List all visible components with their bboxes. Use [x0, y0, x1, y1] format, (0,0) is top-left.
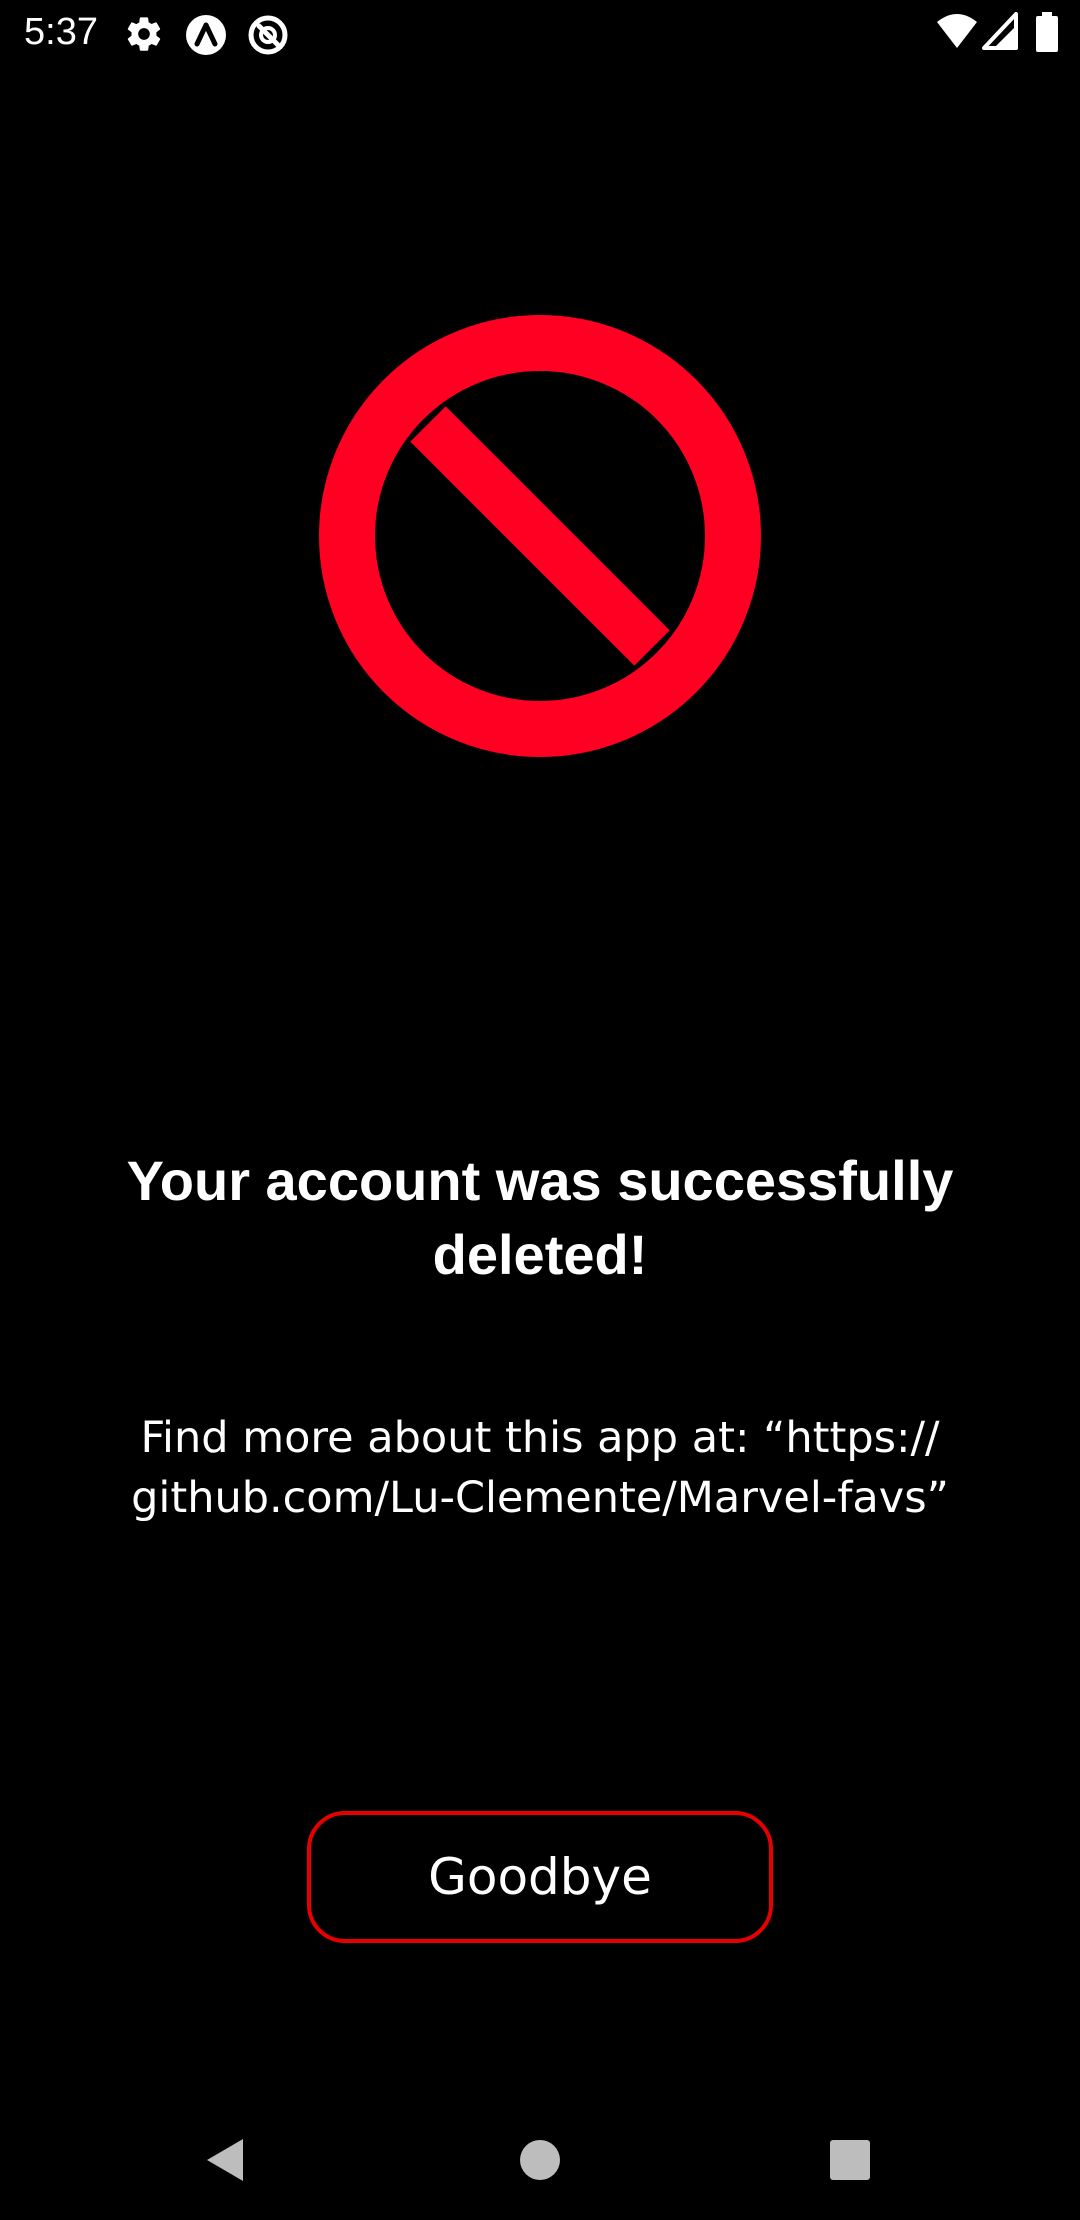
wifi-icon	[936, 12, 978, 54]
home-button[interactable]	[500, 2122, 580, 2202]
success-headline: Your account was successfully deleted!	[126, 1149, 954, 1286]
app-a-icon	[185, 14, 226, 55]
goodbye-button[interactable]: Goodbye	[307, 1811, 773, 1943]
back-button[interactable]	[186, 2122, 266, 2202]
cell-signal-icon	[982, 12, 1018, 54]
status-time: 5:37	[24, 11, 98, 53]
back-icon	[203, 2137, 249, 2187]
recents-button[interactable]	[810, 2122, 890, 2202]
recents-icon	[829, 2139, 871, 2185]
app-q-icon	[247, 14, 288, 55]
navigation-bar	[0, 2100, 1080, 2220]
status-bar: 5:37	[0, 0, 1080, 66]
home-icon	[519, 2139, 561, 2185]
info-text: Find more about this app at: “https:// g…	[131, 1413, 949, 1523]
battery-icon	[1036, 12, 1058, 56]
settings-gear-icon	[124, 14, 164, 54]
prohibited-icon	[318, 314, 762, 758]
